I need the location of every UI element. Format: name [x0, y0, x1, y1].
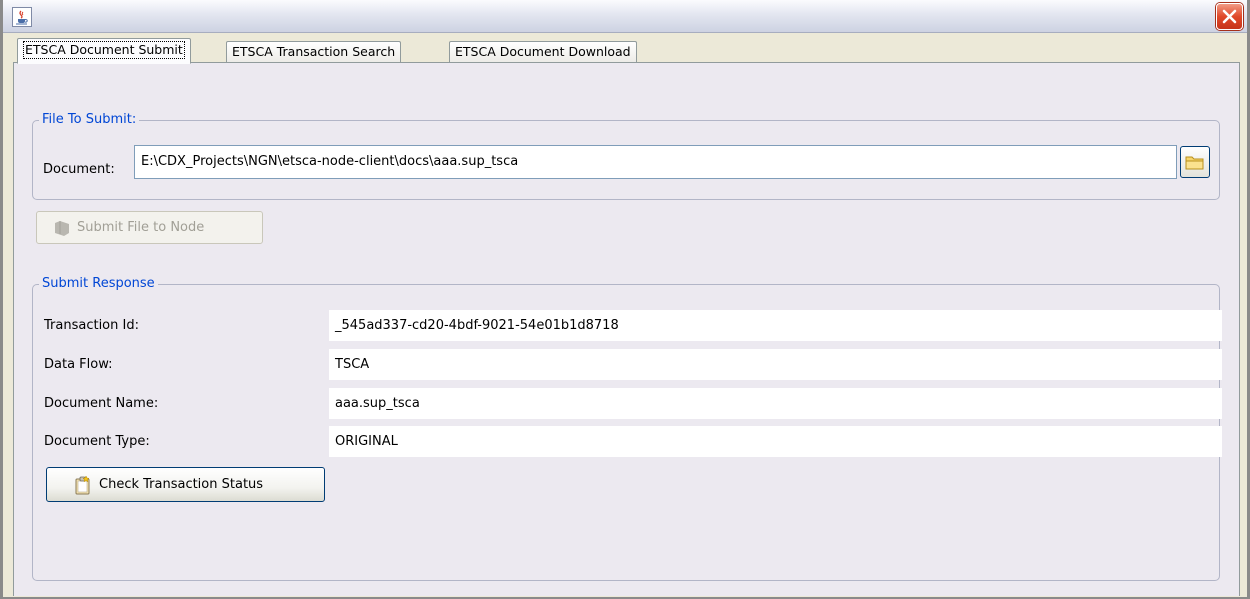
title-bar[interactable]: [3, 0, 1247, 33]
submit-file-label: Submit File to Node: [77, 220, 205, 235]
tab-document-submit[interactable]: ETSCA Document Submit: [17, 38, 191, 64]
group-title: File To Submit:: [39, 112, 140, 128]
browse-button[interactable]: [1180, 146, 1210, 178]
folder-icon: [1185, 156, 1204, 170]
document-name-label: Document Name:: [44, 396, 159, 411]
transaction-id-value: _545ad337-cd20-4bdf-9021-54e01b1d8718: [329, 310, 1222, 341]
document-path-field[interactable]: E:\CDX_Projects\NGN\etsca-node-client\do…: [134, 145, 1177, 179]
close-icon: [1222, 9, 1237, 24]
check-status-button[interactable]: Check Transaction Status: [46, 467, 325, 502]
clipboard-icon: [73, 475, 93, 507]
data-flow-label: Data Flow:: [44, 357, 113, 372]
tab-label: ETSCA Document Submit: [23, 41, 185, 59]
check-status-label: Check Transaction Status: [99, 477, 264, 492]
group-title: Submit Response: [39, 276, 158, 292]
tab-label: ETSCA Transaction Search: [232, 44, 396, 59]
data-flow-value: TSCA: [329, 349, 1222, 380]
node-icon: [53, 219, 71, 249]
document-type-label: Document Type:: [44, 434, 150, 449]
document-type-value: ORIGINAL: [329, 426, 1222, 457]
submit-panel: File To Submit: Document: E:\CDX_Project…: [13, 63, 1240, 596]
java-cup-icon[interactable]: [12, 7, 32, 27]
tab-document-download[interactable]: ETSCA Document Download: [449, 41, 637, 63]
application-window: ETSCA Document Submit ETSCA Transaction …: [0, 0, 1250, 599]
tab-label: ETSCA Document Download: [455, 44, 631, 59]
document-name-value: aaa.sup_tsca: [329, 388, 1222, 419]
close-button[interactable]: [1216, 3, 1243, 30]
document-label: Document:: [43, 162, 115, 177]
submit-file-button[interactable]: Submit File to Node: [36, 211, 263, 244]
transaction-id-label: Transaction Id:: [44, 318, 139, 333]
tab-transaction-search[interactable]: ETSCA Transaction Search: [226, 41, 402, 63]
